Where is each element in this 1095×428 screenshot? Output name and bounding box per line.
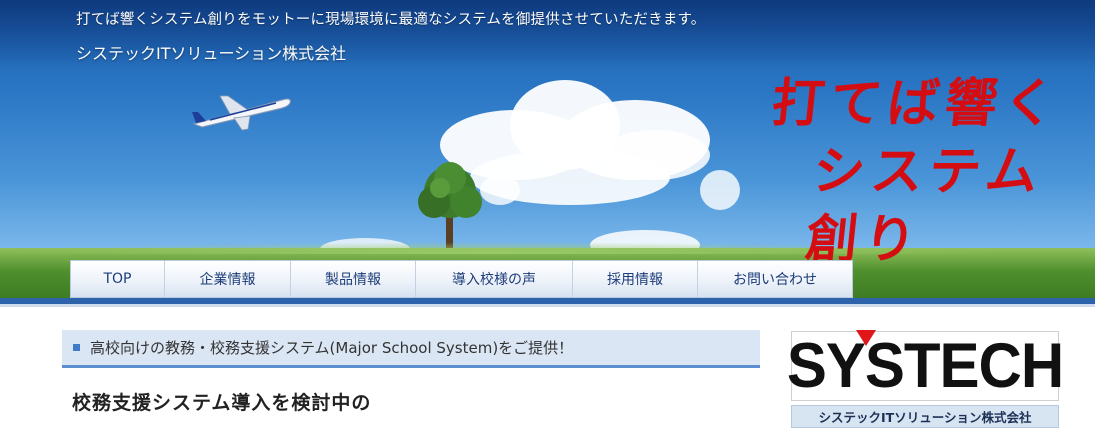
slogan-line-1: 打てば響く bbox=[768, 73, 1065, 134]
nav-item-top[interactable]: TOP bbox=[71, 261, 165, 297]
slogan-line-2: システム創り bbox=[802, 141, 1047, 270]
logo-subtitle: システックITソリューション株式会社 bbox=[791, 405, 1059, 428]
cloud bbox=[600, 130, 710, 180]
nav-item-recruit[interactable]: 採用情報 bbox=[573, 261, 698, 297]
tree-icon bbox=[418, 162, 482, 250]
logo-wordmark: SYSTECH bbox=[786, 330, 1064, 401]
slogan-calligraphy: 打てば響く システム創り bbox=[754, 70, 1095, 274]
nav-item-contact[interactable]: お問い合わせ bbox=[698, 261, 852, 297]
section-heading: 校務支援システム導入を検討中の bbox=[72, 392, 372, 414]
nav-item-testimonials[interactable]: 導入校様の声 bbox=[416, 261, 573, 297]
square-bullet-icon bbox=[73, 344, 80, 351]
logo-red-triangle-icon bbox=[856, 330, 876, 346]
systech-logo[interactable]: SYSTECH bbox=[787, 330, 1064, 401]
header-hero: 打てば響くシステム創りをモットーに現場環境に最適なシステムを御提供させていただき… bbox=[0, 0, 1095, 300]
header-company-name[interactable]: システックITソリューション株式会社 bbox=[76, 40, 346, 64]
nav-stripe-light bbox=[0, 304, 1095, 307]
header-tagline: 打てば響くシステム創りをモットーに現場環境に最適なシステムを御提供させていただき… bbox=[76, 12, 706, 28]
main-nav: TOP 企業情報 製品情報 導入校様の声 採用情報 お問い合わせ bbox=[70, 260, 853, 298]
nav-item-products[interactable]: 製品情報 bbox=[291, 261, 416, 297]
cloud bbox=[700, 170, 740, 210]
intro-banner: 高校向けの教務・校務支援システム(Major School System)をご提… bbox=[62, 330, 760, 368]
intro-banner-text: 高校向けの教務・校務支援システム(Major School System)をご提… bbox=[90, 339, 574, 357]
airplane-icon bbox=[192, 95, 291, 131]
nav-item-company[interactable]: 企業情報 bbox=[165, 261, 291, 297]
